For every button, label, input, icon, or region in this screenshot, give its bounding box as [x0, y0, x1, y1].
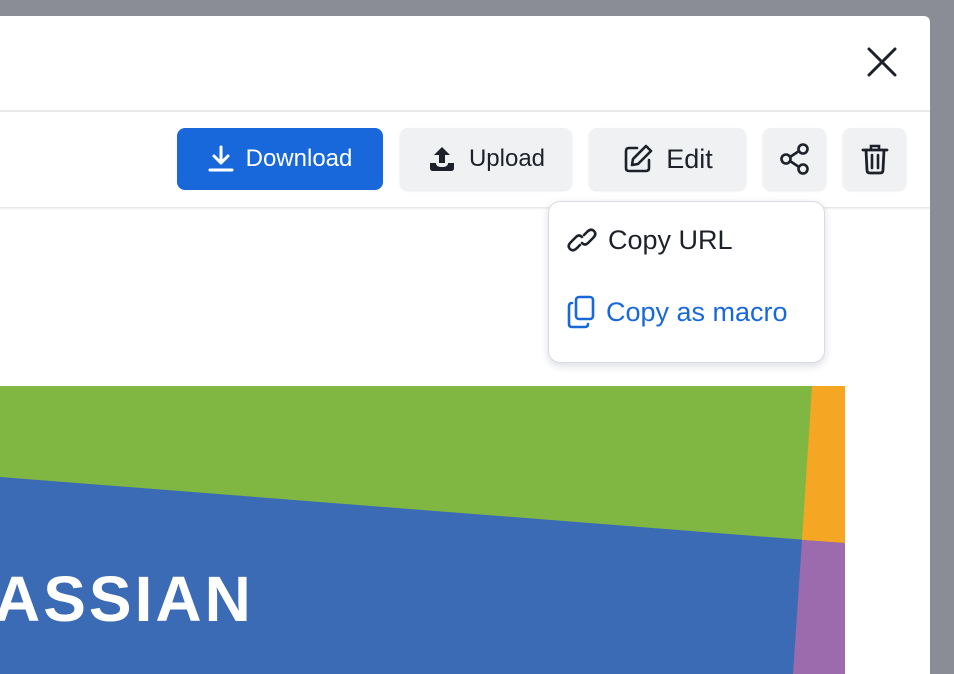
copy-icon [567, 295, 595, 329]
download-label: Download [245, 145, 353, 172]
link-icon [567, 228, 597, 252]
share-button[interactable] [763, 128, 826, 190]
upload-button[interactable]: Upload [400, 128, 572, 190]
share-dropdown-menu: Copy URL Copy as macro [548, 201, 825, 363]
close-button[interactable] [862, 42, 902, 82]
copy-as-macro-menu-item[interactable]: Copy as macro [549, 284, 824, 340]
pencil-edit-icon [624, 144, 653, 173]
file-preview-modal: Download Upload Edit ASSIAN Copy URL Cop… [0, 16, 930, 674]
edit-label: Edit [666, 143, 713, 174]
copy-url-label: Copy URL [608, 224, 733, 255]
close-icon [867, 47, 897, 77]
download-icon [208, 145, 234, 172]
copy-as-macro-label: Copy as macro [606, 296, 788, 327]
trash-icon [861, 144, 888, 175]
download-button[interactable]: Download [177, 128, 383, 190]
copy-url-menu-item[interactable]: Copy URL [549, 212, 824, 268]
header-divider [0, 110, 930, 112]
image-preview: ASSIAN [0, 386, 845, 674]
preview-text: ASSIAN [0, 563, 254, 635]
delete-button[interactable] [843, 128, 906, 190]
edit-button[interactable]: Edit [589, 128, 746, 190]
share-icon [779, 143, 809, 175]
upload-label: Upload [468, 145, 546, 172]
upload-icon [429, 147, 454, 171]
